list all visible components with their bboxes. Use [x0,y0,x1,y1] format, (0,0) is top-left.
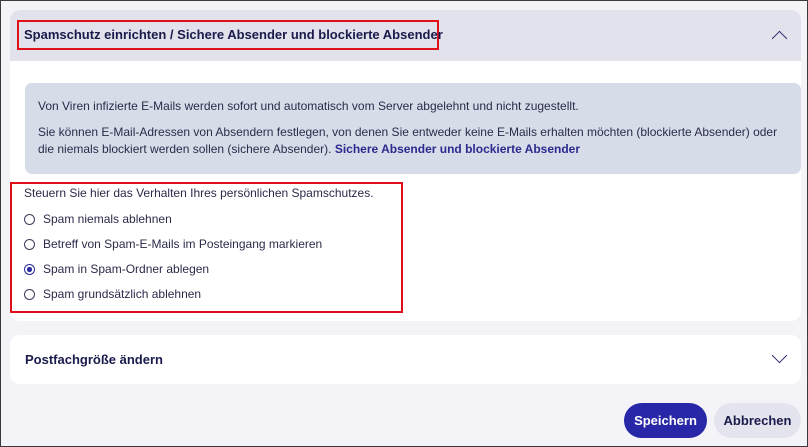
chevron-up-icon[interactable] [771,30,788,47]
mailbox-size-panel[interactable]: Postfachgröße ändern [10,335,801,384]
radio-label: Spam grundsätzlich ablehnen [43,287,202,301]
virus-info-text: Von Viren infizierte E-Mails werden sofo… [38,99,579,113]
radio-button-selected[interactable] [24,264,35,275]
radio-button[interactable] [24,289,35,300]
chevron-down-icon[interactable] [771,347,788,364]
safe-blocked-senders-link[interactable]: Sichere Absender und blockierte Absender [335,142,580,156]
radio-button[interactable] [24,214,35,225]
sender-info-text: Sie können E-Mail-Adressen von Absendern… [38,124,778,158]
radio-label: Spam niemals ablehnen [43,212,172,226]
radio-label: Spam in Spam-Ordner ablegen [43,262,210,276]
spam-protection-panel: Spamschutz einrichten / Sichere Absender… [10,10,801,321]
spam-panel-header[interactable]: Spamschutz einrichten / Sichere Absender… [10,10,801,61]
save-button[interactable]: Speichern [624,403,707,438]
mailbox-size-title: Postfachgröße ändern [25,352,163,367]
cancel-button[interactable]: Abbrechen [714,403,801,438]
settings-frame: Spamschutz einrichten / Sichere Absender… [0,0,808,447]
spam-panel-title: Spamschutz einrichten / Sichere Absender… [24,27,443,42]
radio-button[interactable] [24,239,35,250]
radio-label: Betreff von Spam-E-Mails im Posteingang … [43,237,323,251]
spam-behavior-label: Steuern Sie hier das Verhalten Ihres per… [24,186,374,200]
info-box: Von Viren infizierte E-Mails werden sofo… [25,83,801,174]
